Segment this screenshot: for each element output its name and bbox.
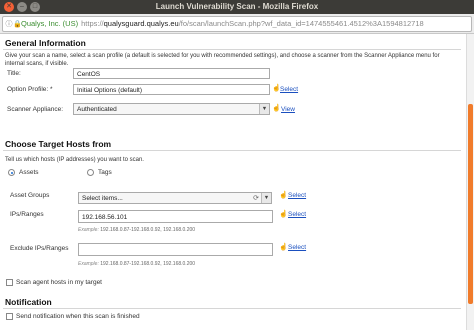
view-icon: ☝ <box>272 105 281 112</box>
url-host: qualysguard.qualys.eu <box>103 19 179 28</box>
divider <box>3 150 461 151</box>
ips-example-text: 192.168.0.87-192.168.0.92, 192.168.0.200 <box>100 227 196 233</box>
hand-cursor-icon: ☝ <box>279 211 288 218</box>
radio-tags[interactable] <box>87 169 94 176</box>
radio-tags-label[interactable]: Tags <box>98 169 112 176</box>
asset-groups-select-link[interactable]: Select <box>288 192 306 199</box>
ips-ranges-select-link[interactable]: Select <box>288 211 306 218</box>
exclude-example: Example: 192.168.0.87-192.168.0.92, 192.… <box>78 261 195 267</box>
hand-cursor-icon: ☝ <box>279 244 288 251</box>
exclude-ips-input[interactable] <box>78 243 273 256</box>
chevron-down-icon[interactable]: ▼ <box>259 104 269 114</box>
spinner-icon: ⟳ <box>253 195 259 202</box>
ips-ranges-input[interactable]: 192.168.56.101 <box>78 210 273 223</box>
navigation-bar: ⓘ🔒Qualys, Inc. (US) https://qualysguard.q… <box>0 14 474 34</box>
exclude-ips-select-link[interactable]: Select <box>288 244 306 251</box>
info-icon[interactable]: ⓘ <box>5 18 13 31</box>
page-content: General Information Give your scan a nam… <box>0 34 466 330</box>
scanner-appliance-label: Scanner Appliance: <box>7 106 64 113</box>
option-profile-select-link[interactable]: Select <box>280 86 298 93</box>
asset-groups-label: Asset Groups <box>10 192 50 199</box>
general-description: Give your scan a name, select a scan pro… <box>5 53 440 67</box>
scan-agent-label[interactable]: Scan agent hosts in my target <box>16 279 102 286</box>
asset-groups-placeholder: Select items... <box>82 195 123 202</box>
scan-agent-checkbox[interactable] <box>6 279 13 286</box>
scrollbar-thumb[interactable] <box>468 104 473 304</box>
hand-cursor-icon: ☝ <box>279 192 288 199</box>
target-hosts-heading: Choose Target Hosts from <box>5 139 112 149</box>
scanner-appliance-value: Authenticated <box>77 106 117 113</box>
title-input[interactable]: CentOS <box>73 68 270 79</box>
site-identity[interactable]: Qualys, Inc. (US) <box>21 19 78 28</box>
title-label: Title: <box>7 70 21 77</box>
ips-example: Example: 192.168.0.87-192.168.0.92, 192.… <box>78 227 195 233</box>
option-profile-label: Option Profile: * <box>7 86 53 93</box>
window-title: Launch Vulnerability Scan - Mozilla Fire… <box>155 2 319 11</box>
radio-assets-label[interactable]: Assets <box>19 169 39 176</box>
target-description: Tell us which hosts (IP addresses) you w… <box>5 157 144 163</box>
chevron-down-icon[interactable]: ▼ <box>261 193 271 203</box>
window-titlebar: ✕ – □ Launch Vulnerability Scan - Mozill… <box>0 0 474 14</box>
send-notification-checkbox[interactable] <box>6 313 13 320</box>
option-profile-field[interactable]: Initial Options (default) <box>73 84 270 95</box>
vertical-scrollbar[interactable] <box>466 34 474 330</box>
scanner-view-link[interactable]: View <box>281 106 295 113</box>
scanner-appliance-select[interactable]: Authenticated ▼ <box>73 103 270 115</box>
exclude-example-text: 192.168.0.87-192.168.0.92, 192.168.0.200 <box>100 261 196 267</box>
url-scheme: https:// <box>81 19 104 28</box>
general-information-heading: General Information <box>5 38 86 48</box>
divider <box>3 49 461 50</box>
exclude-ips-label: Exclude IPs/Ranges <box>10 245 69 252</box>
radio-assets[interactable] <box>8 169 15 176</box>
asset-groups-select[interactable]: Select items... ⟳ ▼ <box>78 192 272 204</box>
notification-heading: Notification <box>5 297 52 307</box>
divider <box>3 308 461 309</box>
ips-example-label: Example: <box>78 227 99 233</box>
url-path: /fo/scan/launchScan.php?wf_data_id=14745… <box>178 19 424 28</box>
url-bar[interactable]: ⓘ🔒Qualys, Inc. (US) https://qualysguard.q… <box>2 16 472 32</box>
exclude-example-label: Example: <box>78 261 99 267</box>
send-notification-label[interactable]: Send notification when this scan is fini… <box>16 313 140 320</box>
lock-icon[interactable]: 🔒 <box>13 18 22 31</box>
ips-ranges-label: IPs/Ranges <box>10 211 44 218</box>
